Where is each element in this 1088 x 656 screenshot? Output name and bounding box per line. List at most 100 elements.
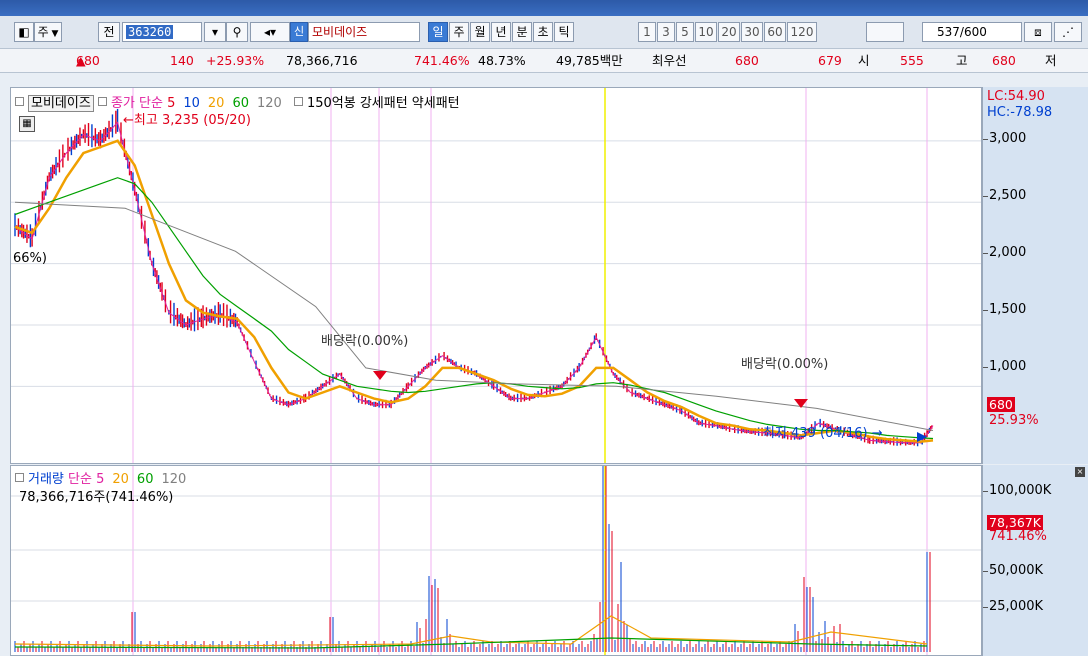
series-line-1 (14, 139, 934, 443)
interval-button-5[interactable]: 30 (741, 22, 763, 42)
window-title-bar (0, 0, 1088, 16)
open-label: 시 (858, 53, 870, 68)
trade-amount: 49,785백만 (556, 53, 623, 68)
volume-panel[interactable]: 거래량 단순 5 20 60 120 78,366,716주(741.46%) (10, 465, 982, 656)
dividend-label-1: 배당락(0.00%) (321, 334, 408, 349)
volume-title: 거래량 (28, 472, 64, 487)
close-icon[interactable]: × (1075, 467, 1085, 477)
ma120-line (14, 201, 934, 431)
new-badge-label: 신 (293, 25, 305, 38)
prev-stock-button[interactable]: 전 (98, 22, 120, 42)
volume-axis-tick: 100,000K (982, 483, 1052, 498)
interval-button-4[interactable]: 20 (718, 22, 740, 42)
dividend-arrow-icon (373, 371, 387, 380)
legend-ma-title: 종가 단순 (110, 96, 163, 111)
count-input[interactable]: 537/600 (922, 22, 1022, 42)
price-change-pct: +25.93% (206, 53, 265, 68)
current-pct-label: 25.93% (989, 413, 1039, 428)
volume-legend-ma-20: 20 (112, 472, 129, 487)
chart-toolbar: ◧ 주 ▼ 전 363260 ▾ ⚲ ◂▾ 신 모비데이즈 일주월년분초틱 13… (0, 16, 1088, 49)
legend-ma-120: 120 (257, 96, 282, 111)
empty-select[interactable] (866, 22, 904, 42)
new-badge: 신 (290, 22, 308, 42)
left-pct-label: 66%) (13, 251, 47, 266)
best-quote-label: 최우선 (652, 53, 687, 68)
stock-name-field[interactable]: 모비데이즈 (308, 22, 420, 42)
stock-code-input[interactable]: 363260 (122, 22, 202, 42)
code-dropdown-icon[interactable]: ▾ (204, 22, 226, 42)
volume-ma-title: 단순 (68, 472, 92, 487)
sound-icon[interactable]: ◂▾ (250, 22, 290, 42)
current-price-badge: 680 (987, 397, 1015, 412)
chart-area[interactable]: ←최고 3,235 (05/20) 최저 439 (04/16) → 66%) 배당락… (10, 87, 1088, 656)
stock-name-text: 모비데이즈 (312, 25, 368, 39)
legend-ma-5: 5 (167, 96, 176, 111)
interval-button-3[interactable]: 10 (695, 22, 717, 42)
legend-square-icon (15, 97, 24, 106)
stock-code-value: 363260 (126, 25, 174, 39)
turnover-rate: 48.73% (478, 53, 526, 68)
series-line-0 (14, 121, 934, 444)
panel-toggle-icon[interactable]: ◧ (14, 22, 34, 42)
price-axis-tick: 3,000 (982, 131, 1027, 146)
legend-stock-name[interactable]: 모비데이즈 (28, 95, 94, 112)
dividend-label-2: 배당락(0.00%) (741, 357, 828, 372)
high-annotation: ←최고 3,235 (05/20) (123, 113, 251, 128)
interval-button-6[interactable]: 60 (764, 22, 786, 42)
search-icon[interactable]: ⚲ (226, 22, 248, 42)
volume-value: 78,366,716 (286, 53, 358, 68)
volume-axis: 100,000K 50,000K 25,000K 78,367K 741.46% × (982, 465, 1088, 656)
volume-pct: 741.46% (989, 529, 1047, 544)
ask-price: 680 (735, 53, 759, 68)
period-tab-2[interactable]: 월 (470, 22, 490, 42)
legend-ma-10: 10 (183, 96, 200, 111)
price-axis-tick: 2,000 (982, 245, 1027, 260)
volume-legend-ma-60: 60 (136, 472, 154, 487)
hc-value: HC:-78.98 (987, 105, 1053, 120)
volume-ratio: 741.46% (414, 53, 470, 68)
volume-axis-tick: 50,000K (982, 563, 1044, 578)
period-tab-6[interactable]: 틱 (554, 22, 574, 42)
legend-square-icon (97, 97, 107, 106)
volume-legend: 거래량 단순 5 20 60 120 (15, 468, 194, 487)
period-tab-0[interactable]: 일 (428, 22, 448, 42)
legend-pattern: 150억봉 강세패턴 약세패턴 (306, 96, 460, 111)
interval-button-2[interactable]: 5 (676, 22, 694, 42)
volume-badge: 78,367K (987, 515, 1043, 530)
grid-table-icon[interactable]: ▦ (19, 116, 35, 132)
interval-button-7[interactable]: 120 (787, 22, 817, 42)
legend-ma-60: 60 (232, 96, 249, 111)
volume-current: 78,366,716주(741.46%) (19, 490, 174, 505)
open-price: 555 (900, 53, 924, 68)
period-tab-4[interactable]: 분 (512, 22, 532, 42)
interval-button-0[interactable]: 1 (638, 22, 656, 42)
low-label: 저 (1045, 53, 1057, 68)
legend-ma-20: 20 (207, 96, 225, 111)
market-label: 주 (37, 25, 49, 39)
market-select[interactable]: 주 ▼ (34, 22, 62, 42)
legend-square-icon (293, 97, 303, 106)
low-annotation: 최저 439 (04/16) → (763, 426, 883, 441)
period-tab-3[interactable]: 년 (491, 22, 511, 42)
price-chart-svg: ←최고 3,235 (05/20) 최저 439 (04/16) → 66%) 배당락… (11, 88, 981, 463)
line-tool-icon[interactable]: ⋰ (1054, 22, 1082, 42)
period-tab-1[interactable]: 주 (449, 22, 469, 42)
price-axis-tick: 1,500 (982, 302, 1027, 317)
prev-label: 전 (103, 25, 115, 39)
volume-legend-ma-5: 5 (96, 472, 105, 487)
high-price: 680 (992, 53, 1016, 68)
current-price: 680 ▲ (76, 53, 100, 68)
count-value: 537 (937, 25, 960, 39)
lc-value: LC:54.90 (987, 89, 1045, 104)
volume-ma20-line (14, 615, 928, 647)
high-label: 고 (956, 53, 968, 68)
price-axis-tick: 1,000 (982, 359, 1027, 374)
legend-square-icon (15, 473, 24, 482)
interval-button-1[interactable]: 3 (657, 22, 675, 42)
period-tab-5[interactable]: 초 (533, 22, 553, 42)
volume-legend-ma-120: 120 (161, 472, 187, 487)
candle-settings-icon[interactable]: ⧈ (1024, 22, 1052, 42)
price-axis: LC:54.90 HC:-78.98 3,000 2,500 2,000 1,500 1… (982, 87, 1088, 464)
price-panel[interactable]: ←최고 3,235 (05/20) 최저 439 (04/16) → 66%) 배당락… (10, 87, 982, 464)
price-change: 140 (170, 53, 194, 68)
